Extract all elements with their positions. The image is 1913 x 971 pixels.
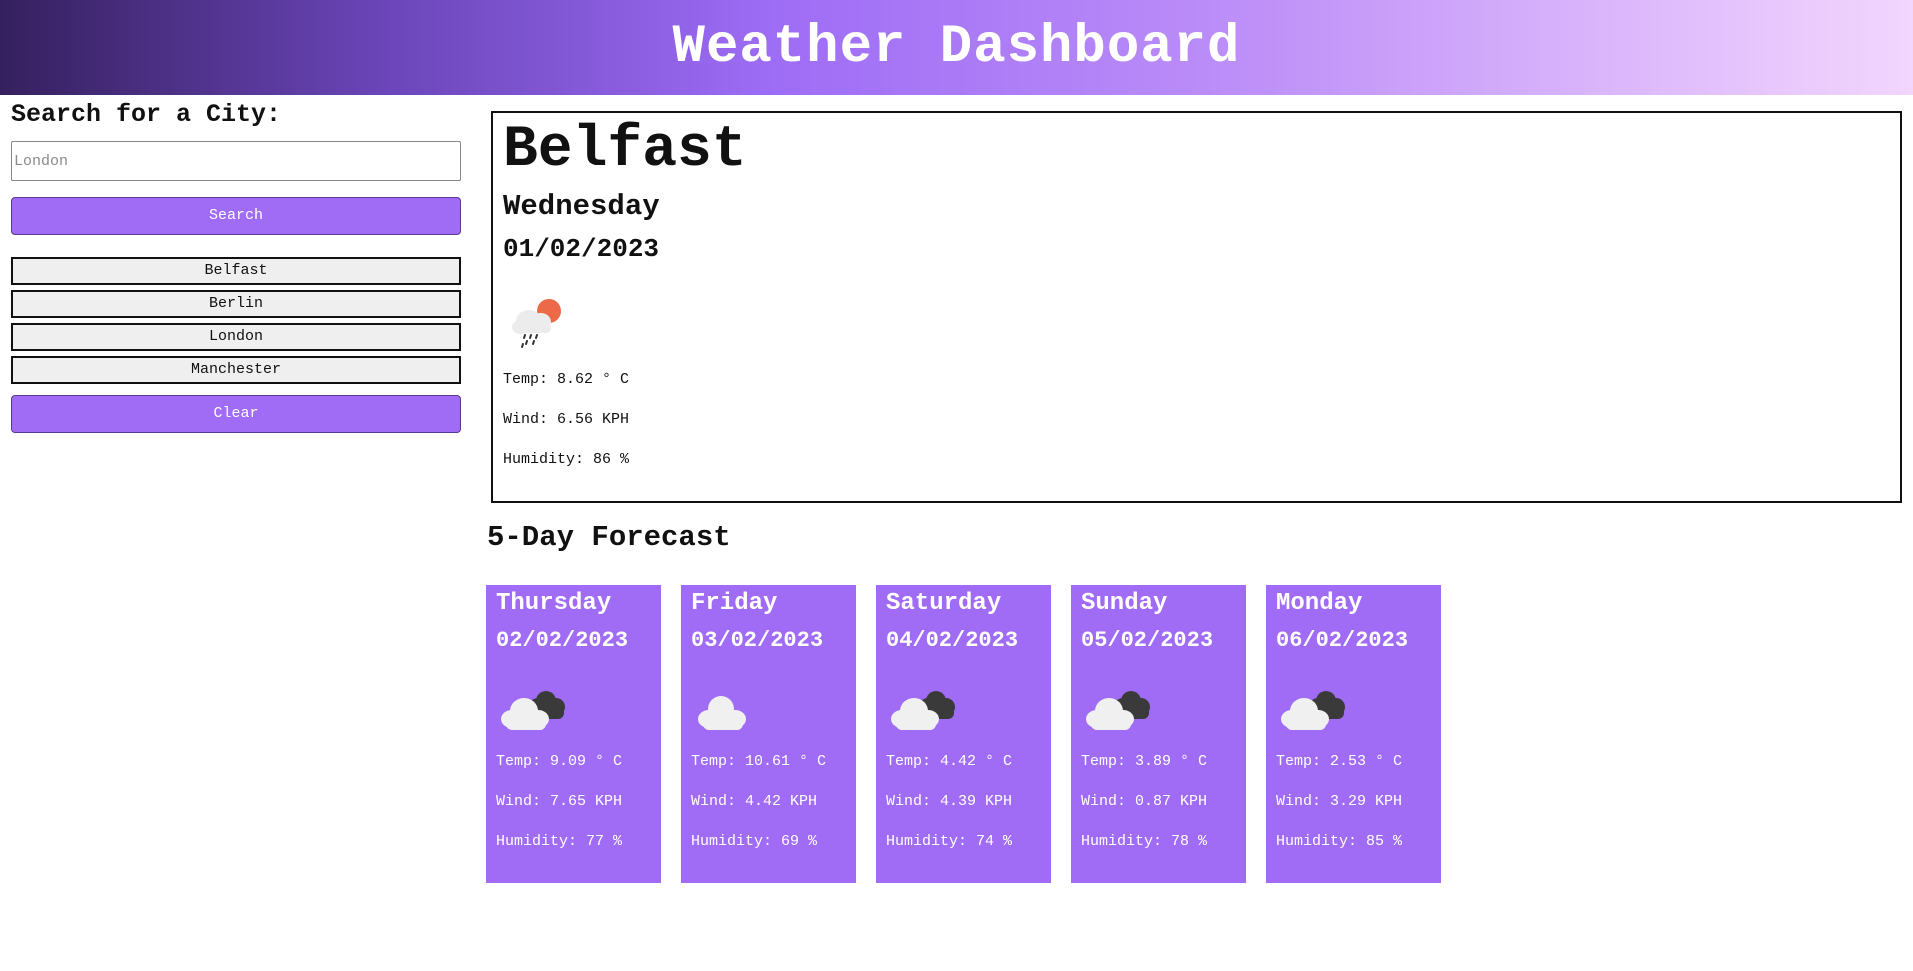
forecast-humidity: Humidity: 85 % <box>1276 833 1403 850</box>
history-item-belfast[interactable]: Belfast <box>11 257 461 285</box>
current-wind: Wind: 6.56 KPH <box>503 411 630 428</box>
forecast-day: Sunday <box>1081 590 1168 617</box>
forecast-card: Sunday 05/02/2023 Temp: 3.89 ° C Wind: 0… <box>1071 585 1246 883</box>
search-sidebar: Search for a City: Search Belfast Berlin… <box>11 100 461 433</box>
forecast-day: Saturday <box>886 590 1002 617</box>
city-search-input[interactable] <box>11 141 461 181</box>
forecast-date: 03/02/2023 <box>691 628 824 653</box>
history-item-manchester[interactable]: Manchester <box>11 356 461 384</box>
current-date: 01/02/2023 <box>503 234 660 264</box>
forecast-temp: Temp: 10.61 ° C <box>691 753 827 770</box>
search-heading: Search for a City: <box>11 100 282 129</box>
forecast-wind: Wind: 3.29 KPH <box>1276 793 1403 810</box>
current-day: Wednesday <box>503 190 660 223</box>
forecast-date: 06/02/2023 <box>1276 628 1409 653</box>
forecast-temp: Temp: 2.53 ° C <box>1276 753 1403 770</box>
search-button[interactable]: Search <box>11 197 461 235</box>
forecast-title: 5-Day Forecast <box>487 521 731 554</box>
current-weather-panel: Belfast Wednesday 01/02/2023 Temp: 8.62 … <box>491 111 1902 503</box>
forecast-day: Thursday <box>496 590 612 617</box>
forecast-card: Friday 03/02/2023 Temp: 10.61 ° C Wind: … <box>681 585 856 883</box>
forecast-card: Saturday 04/02/2023 Temp: 4.42 ° C Wind:… <box>876 585 1051 883</box>
forecast-humidity: Humidity: 74 % <box>886 833 1013 850</box>
forecast-temp: Temp: 4.42 ° C <box>886 753 1013 770</box>
page-title: Weather Dashboard <box>672 17 1241 78</box>
forecast-day: Monday <box>1276 590 1363 617</box>
broken-clouds-icon <box>886 679 962 735</box>
forecast-card: Thursday 02/02/2023 Temp: 9.09 ° C Wind:… <box>486 585 661 883</box>
forecast-cards: Thursday 02/02/2023 Temp: 9.09 ° C Wind:… <box>486 585 1461 883</box>
forecast-wind: Wind: 0.87 KPH <box>1081 793 1208 810</box>
forecast-humidity: Humidity: 78 % <box>1081 833 1208 850</box>
clear-button[interactable]: Clear <box>11 395 461 433</box>
forecast-day: Friday <box>691 590 778 617</box>
current-city-name: Belfast <box>503 118 747 183</box>
forecast-wind: Wind: 4.39 KPH <box>886 793 1013 810</box>
forecast-card: Monday 06/02/2023 Temp: 2.53 ° C Wind: 3… <box>1266 585 1441 883</box>
forecast-wind: Wind: 7.65 KPH <box>496 793 623 810</box>
broken-clouds-icon <box>1276 679 1352 735</box>
current-temp: Temp: 8.62 ° C <box>503 371 630 388</box>
broken-clouds-icon <box>496 679 572 735</box>
search-history-list: Belfast Berlin London Manchester <box>11 257 461 384</box>
sun-cloud-rain-icon <box>503 289 573 349</box>
forecast-temp: Temp: 9.09 ° C <box>496 753 623 770</box>
forecast-date: 02/02/2023 <box>496 628 629 653</box>
broken-clouds-icon <box>1081 679 1157 735</box>
history-item-berlin[interactable]: Berlin <box>11 290 461 318</box>
forecast-humidity: Humidity: 77 % <box>496 833 623 850</box>
forecast-wind: Wind: 4.42 KPH <box>691 793 818 810</box>
header-banner: Weather Dashboard <box>0 0 1913 95</box>
forecast-temp: Temp: 3.89 ° C <box>1081 753 1208 770</box>
cloud-icon <box>691 679 767 735</box>
forecast-humidity: Humidity: 69 % <box>691 833 818 850</box>
forecast-date: 04/02/2023 <box>886 628 1019 653</box>
current-humidity: Humidity: 86 % <box>503 451 630 468</box>
forecast-date: 05/02/2023 <box>1081 628 1214 653</box>
history-item-london[interactable]: London <box>11 323 461 351</box>
